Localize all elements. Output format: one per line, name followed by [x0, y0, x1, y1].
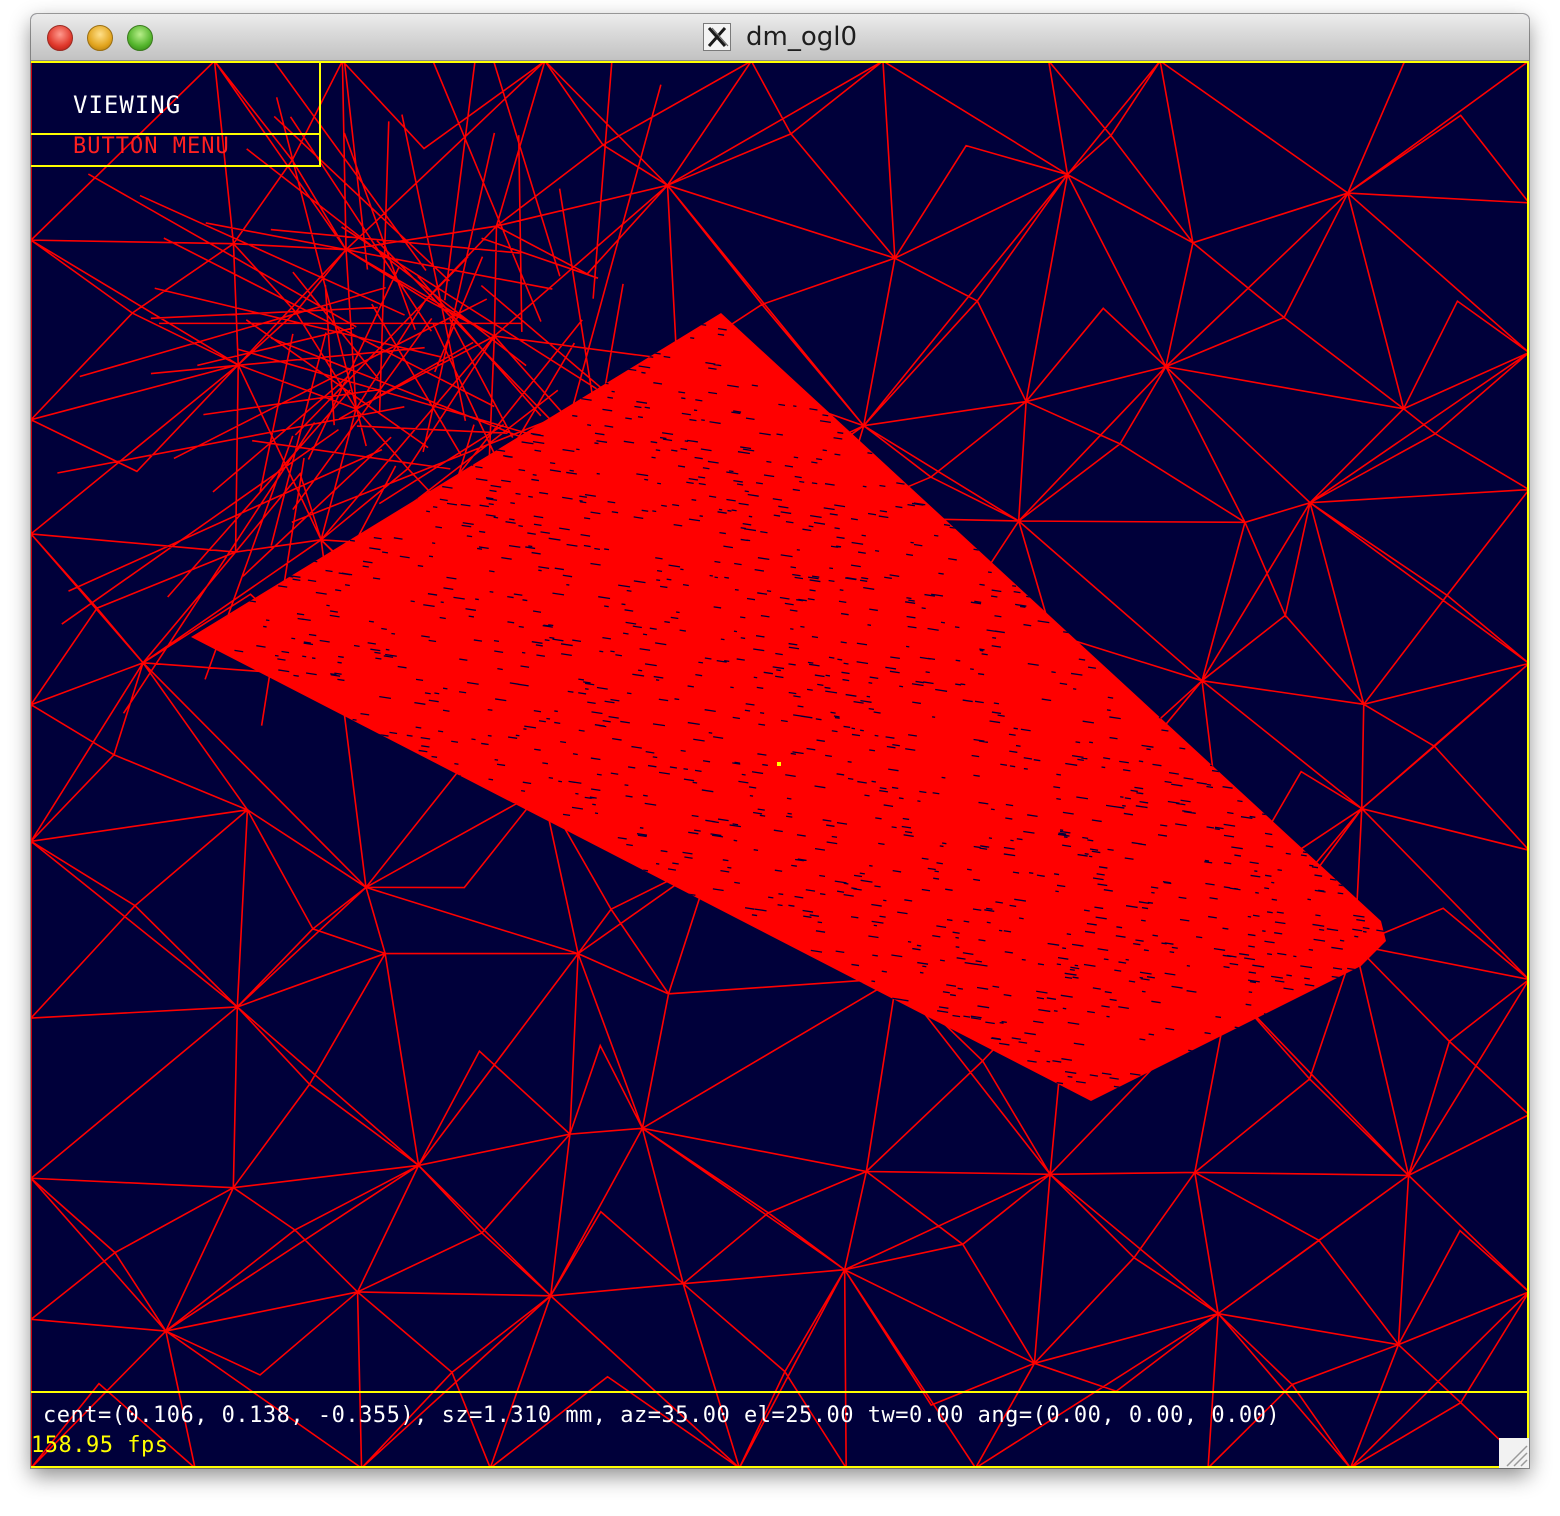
viewport-canvas[interactable]: VIEWING BUTTON MENU cent=(0.106, 0.138, …	[31, 61, 1529, 1468]
app-window: dm_ogl0 VIEWING BUTTON MENU cent=(0.106,…	[31, 14, 1529, 1468]
wireframe-mesh	[31, 61, 1529, 1468]
window-title: dm_ogl0	[746, 22, 858, 52]
wing-surface	[191, 313, 1386, 1101]
menu-title[interactable]: VIEWING	[73, 91, 181, 119]
fps-readout: 158.95 fps	[31, 1433, 169, 1458]
view-center-marker	[777, 762, 781, 766]
x11-icon	[702, 23, 731, 51]
resize-grip-icon[interactable]	[1499, 1438, 1529, 1468]
view-parameters: cent=(0.106, 0.138, -0.355), sz=1.310 mm…	[43, 1403, 1281, 1428]
button-menu-item[interactable]: BUTTON MENU	[73, 134, 230, 159]
title-bar[interactable]: dm_ogl0	[31, 14, 1529, 61]
viewing-menu[interactable]: VIEWING BUTTON MENU	[31, 61, 321, 167]
viewport-border-right	[1527, 61, 1529, 1468]
status-bar: cent=(0.106, 0.138, -0.355), sz=1.310 mm…	[31, 1391, 1529, 1468]
